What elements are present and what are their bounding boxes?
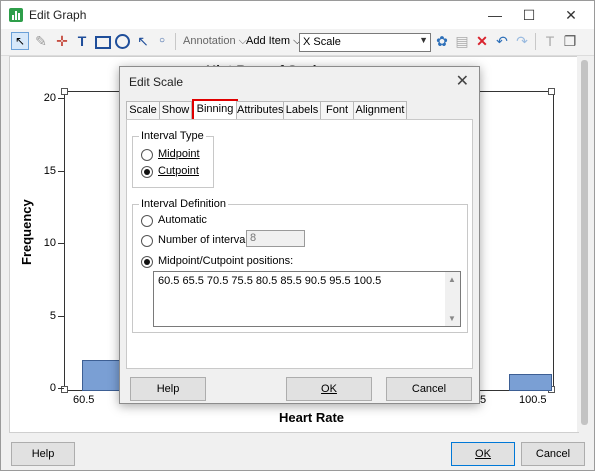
y-tick-label: 5 [49,310,56,322]
positions-textarea[interactable]: 60.5 65.5 70.5 75.5 80.5 85.5 90.5 95.5 … [153,271,461,327]
undo-icon[interactable]: ↶ [493,32,511,50]
help-button[interactable]: Help [11,442,75,466]
number-of-intervals-input[interactable]: 8 [246,230,305,247]
edit-attributes-icon[interactable]: ✿ [433,32,451,50]
close-window-button[interactable]: ✕ [557,5,585,25]
interval-type-group: Interval Type Midpoint Cutpoint [132,130,214,188]
redo-icon[interactable]: ↷ [513,32,531,50]
vertical-scrollbar[interactable] [577,56,592,432]
chevron-down-icon: ▼ [419,35,428,45]
cutpoint-label: Cutpoint [158,165,199,177]
dialog-help-button[interactable]: Help [130,377,206,401]
add-item-menu[interactable]: Add Item ⌵ [246,35,301,48]
y-tick-label: 20 [43,92,56,104]
automatic-radio[interactable] [141,215,153,227]
ok-button[interactable]: OK [451,442,515,466]
tab-attributes[interactable]: Attributes [236,101,284,119]
scroll-down-icon: ▼ [448,314,456,323]
graph-app-icon [9,8,23,22]
dialog-ok-button[interactable]: OK [286,377,372,401]
annotation-menu[interactable]: Annotation ⌵ [183,35,247,48]
copy-icon[interactable]: ❐ [561,32,579,50]
properties-icon[interactable]: ▤ [453,32,471,50]
item-select-combo[interactable]: X Scale ▼ [299,33,431,52]
tab-labels[interactable]: Labels [283,101,321,119]
y-tick-label: 0 [49,382,56,394]
dialog-close-icon[interactable]: ✕ [456,71,469,91]
tab-scale[interactable]: Scale [126,101,160,119]
minimize-button[interactable]: — [481,5,509,25]
scroll-up-icon: ▲ [448,275,456,284]
edit-scale-dialog: Edit Scale ✕ Scale Show Binning Attribut… [119,66,480,404]
window-title: Edit Graph [29,8,87,22]
maximize-button[interactable]: ☐ [515,5,543,25]
x-axis-label: Heart Rate [279,410,345,425]
crosshair-icon[interactable]: ✛ [53,32,71,50]
ellipse-tool-icon[interactable] [113,32,131,50]
bottom-button-bar: Help OK Cancel [1,433,594,470]
number-of-intervals-radio[interactable] [141,235,153,247]
histogram-bar[interactable] [509,374,552,391]
select-arrow-icon[interactable]: ↖ [11,32,29,50]
binning-panel: Interval Type Midpoint Cutpoint Interval… [126,119,473,369]
cutpoint-radio[interactable] [141,166,153,178]
x-tick-label: 60.5 [73,394,95,406]
text-tool-icon[interactable]: T [73,32,91,50]
y-axis-label: Frequency [19,199,34,265]
dialog-title: Edit Scale [129,75,184,89]
rectangle-tool-icon[interactable] [93,32,111,50]
tab-show[interactable]: Show [159,101,192,119]
brush-icon[interactable]: ✎ [32,32,50,50]
tab-font[interactable]: Font [320,101,354,119]
midpoint-radio[interactable] [141,149,153,161]
number-of-intervals-label: Number of intervals: [158,234,257,246]
title-bar: Edit Graph — ☐ ✕ [1,1,594,29]
line-tool-icon[interactable]: ↖ [134,32,152,50]
cancel-button[interactable]: Cancel [521,442,585,466]
delete-icon[interactable]: ✕ [473,32,491,50]
midpoint-label: Midpoint [158,148,200,160]
automatic-label: Automatic [158,214,207,226]
y-tick-label: 10 [43,237,56,249]
positions-label: Midpoint/Cutpoint positions: [158,255,294,267]
toolbar: ↖ ✎ ✛ T ↖ ○ Annotation ⌵ Add Item ⌵ X Sc… [1,29,594,56]
dialog-cancel-button[interactable]: Cancel [386,377,472,401]
tab-alignment[interactable]: Alignment [353,101,407,119]
y-tick-label: 15 [43,165,56,177]
point-tool-icon[interactable]: ○ [153,32,171,50]
positions-radio[interactable] [141,256,153,268]
x-tick-label: 100.5 [519,394,547,406]
text-format-icon[interactable]: T [541,32,559,50]
textarea-scrollbar[interactable]: ▲ ▼ [445,272,460,326]
interval-definition-group: Interval Definition Automatic Number of … [132,198,468,333]
